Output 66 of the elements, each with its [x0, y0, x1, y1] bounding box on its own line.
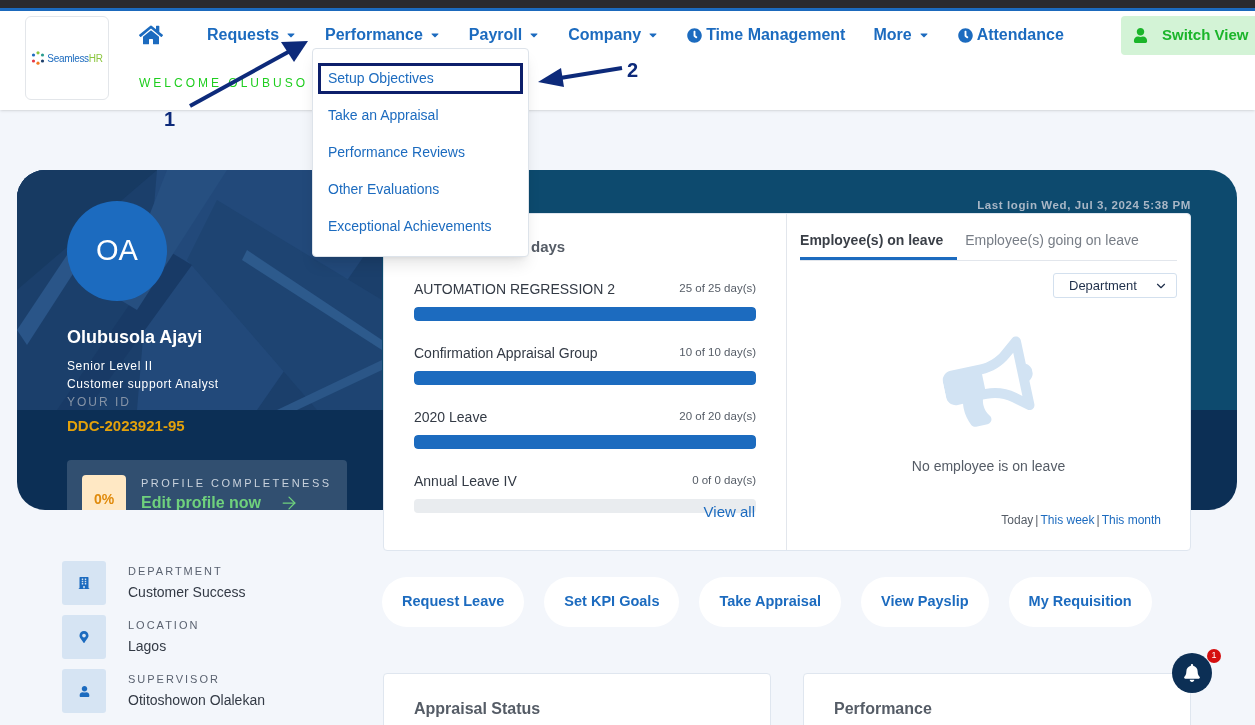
detail-value: Otitoshowon Olalekan: [128, 691, 265, 711]
detail-value: Customer Success: [128, 583, 246, 603]
dropdown-item[interactable]: Performance Reviews: [318, 137, 523, 168]
view-all-link[interactable]: View all: [703, 503, 755, 520]
clock-icon: [687, 27, 703, 43]
detail-label: SUPERVISOR: [128, 671, 221, 687]
quick-action-button[interactable]: Set KPI Goals: [544, 577, 680, 627]
empty-state-text: No employee is on leave: [910, 457, 1067, 476]
job-level: Senior Level II: [67, 358, 154, 375]
leave-heading: days: [531, 237, 567, 257]
nav-menu[interactable]: More: [873, 23, 930, 47]
location-pin-icon: [78, 631, 90, 643]
dropdown-item[interactable]: Exceptional Achievements: [318, 211, 523, 242]
quick-action-button[interactable]: View Payslip: [861, 577, 989, 627]
bell-icon: [1183, 664, 1201, 682]
period-link[interactable]: This month: [1101, 511, 1161, 529]
dropdown-item[interactable]: Take an Appraisal: [318, 100, 523, 131]
nav-menu[interactable]: Company: [568, 23, 660, 47]
home-icon[interactable]: [139, 23, 163, 47]
separator-text: |: [1035, 512, 1039, 529]
id-label: YOUR ID: [67, 394, 132, 411]
dropdown-item[interactable]: Setup Objectives: [318, 63, 523, 94]
card-title: Appraisal Status: [414, 700, 541, 717]
annotation-number: 2: [627, 58, 639, 83]
person-icon: [78, 685, 90, 697]
nav-link[interactable]: Time Management: [687, 23, 846, 47]
completeness-percent: 0%: [82, 474, 126, 510]
card-title: Performance: [834, 700, 932, 717]
period-link[interactable]: This week: [1040, 511, 1095, 529]
quick-action-button[interactable]: Take Appraisal: [699, 577, 841, 627]
leave-tab[interactable]: Employee(s) going on leave: [965, 230, 1139, 260]
quick-action-button[interactable]: Request Leave: [382, 577, 525, 627]
building-icon: [78, 577, 90, 589]
leave-type-name: Annual Leave IV: [414, 471, 517, 491]
logo-text: SeamlessHR: [47, 51, 103, 66]
last-login-text: Last login Wed, Jul 3, 2024 5:38 PM: [977, 198, 1191, 211]
employee-id: DDC-2023921-95: [67, 416, 186, 436]
annotation-number: 1: [164, 107, 176, 132]
nav-menu[interactable]: Payroll: [468, 23, 541, 47]
notification-bell-button[interactable]: [1172, 653, 1212, 693]
user-icon: [1133, 28, 1148, 43]
leave-days-count: 20 of 20 day(s): [679, 409, 757, 425]
logo-icon: [31, 51, 46, 65]
leave-type-name: 2020 Leave: [414, 407, 488, 427]
notification-badge: 1: [1207, 649, 1221, 663]
leave-type-name: Confirmation Appraisal Group: [414, 343, 598, 363]
detail-label: DEPARTMENT: [128, 563, 224, 579]
dropdown-item[interactable]: Other Evaluations: [318, 174, 523, 205]
leave-type-name: AUTOMATION REGRESSION 2: [414, 279, 615, 299]
nav-menu[interactable]: Performance: [325, 23, 441, 47]
quick-action-button[interactable]: My Requisition: [1008, 577, 1152, 627]
employee-name: Olubusola Ajayi: [67, 326, 204, 349]
logo-card[interactable]: SeamlessHR: [25, 16, 109, 100]
detail-value: Lagos: [128, 637, 168, 657]
leave-days-count: 10 of 10 day(s): [679, 345, 757, 361]
job-title: Customer support Analyst: [67, 376, 220, 393]
leave-days-count: 0 of 0 day(s): [692, 473, 757, 489]
detail-label: LOCATION: [128, 617, 200, 633]
department-select[interactable]: Department: [1053, 273, 1177, 298]
leave-tab[interactable]: Employee(s) on leave: [800, 230, 958, 260]
period-link[interactable]: Today: [1001, 511, 1034, 529]
leave-days-count: 25 of 25 day(s): [679, 281, 757, 297]
nav-link[interactable]: Attendance: [957, 23, 1064, 47]
clock-icon: [957, 27, 973, 43]
separator-text: |: [1096, 512, 1100, 529]
completeness-label: PROFILE COMPLETENESS: [141, 475, 332, 491]
